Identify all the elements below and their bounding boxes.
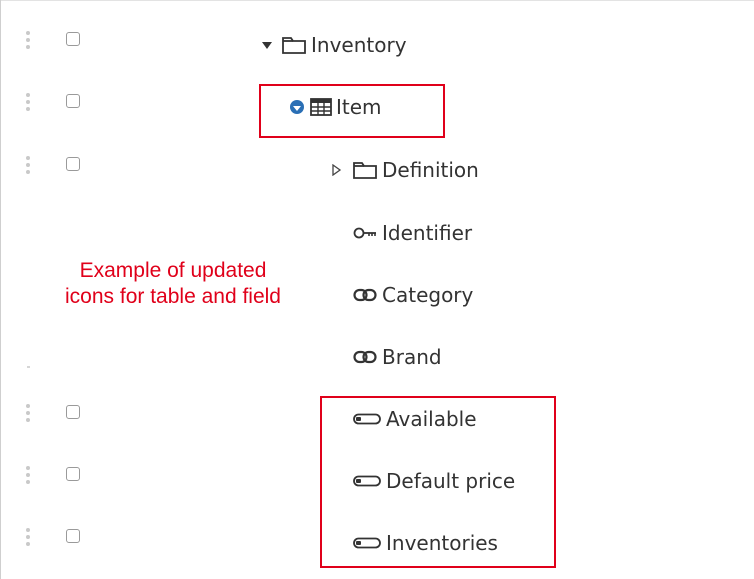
- tree-node-definition[interactable]: Definition: [330, 154, 479, 186]
- row-checkbox[interactable]: [66, 529, 80, 543]
- row-checkbox[interactable]: [66, 157, 80, 171]
- tree-node-identifier[interactable]: Identifier: [353, 217, 472, 249]
- tree-node-label: Category: [382, 283, 474, 307]
- drag-handle-icon[interactable]: [24, 29, 32, 51]
- drag-handle-icon[interactable]: [24, 402, 32, 424]
- tree-row-brand: Brand: [0, 326, 754, 388]
- highlight-box-table: [259, 84, 445, 138]
- tree-node-category[interactable]: Category: [353, 279, 473, 311]
- tree-node-label: Identifier: [382, 221, 473, 245]
- caret-down-icon[interactable]: [262, 41, 272, 49]
- highlight-box-fields: [320, 396, 556, 568]
- tree-node-inventory[interactable]: Inventory: [262, 29, 407, 61]
- tree-node-label: Brand: [382, 345, 442, 369]
- folder-icon: [282, 37, 306, 54]
- link-icon: [353, 350, 377, 364]
- annotation-note: Example of updated icons for table and f…: [28, 258, 318, 310]
- tree-row-inventory: Inventory: [0, 15, 754, 77]
- row-checkbox[interactable]: [66, 32, 80, 46]
- divider-mark: [27, 366, 30, 368]
- row-checkbox[interactable]: [66, 467, 80, 481]
- drag-handle-icon[interactable]: [24, 91, 32, 113]
- tree-node-brand[interactable]: Brand: [353, 341, 442, 373]
- link-icon: [353, 288, 377, 302]
- drag-handle-icon[interactable]: [24, 464, 32, 486]
- annotation-line-2: icons for table and field: [65, 285, 281, 308]
- drag-handle-icon[interactable]: [24, 154, 32, 176]
- annotation-line-1: Example of updated: [79, 259, 267, 282]
- row-checkbox[interactable]: [66, 94, 80, 108]
- tree-node-label: Inventory: [311, 33, 407, 57]
- caret-right-outline-icon[interactable]: [330, 164, 342, 176]
- tree-row-identifier: Identifier: [0, 202, 754, 264]
- tree-node-label: Definition: [382, 158, 479, 182]
- drag-handle-icon[interactable]: [24, 526, 32, 548]
- folder-icon: [353, 162, 377, 179]
- tree-row-definition: Definition: [0, 140, 754, 202]
- key-icon: [353, 227, 376, 239]
- row-checkbox[interactable]: [66, 405, 80, 419]
- top-border: [0, 0, 754, 1]
